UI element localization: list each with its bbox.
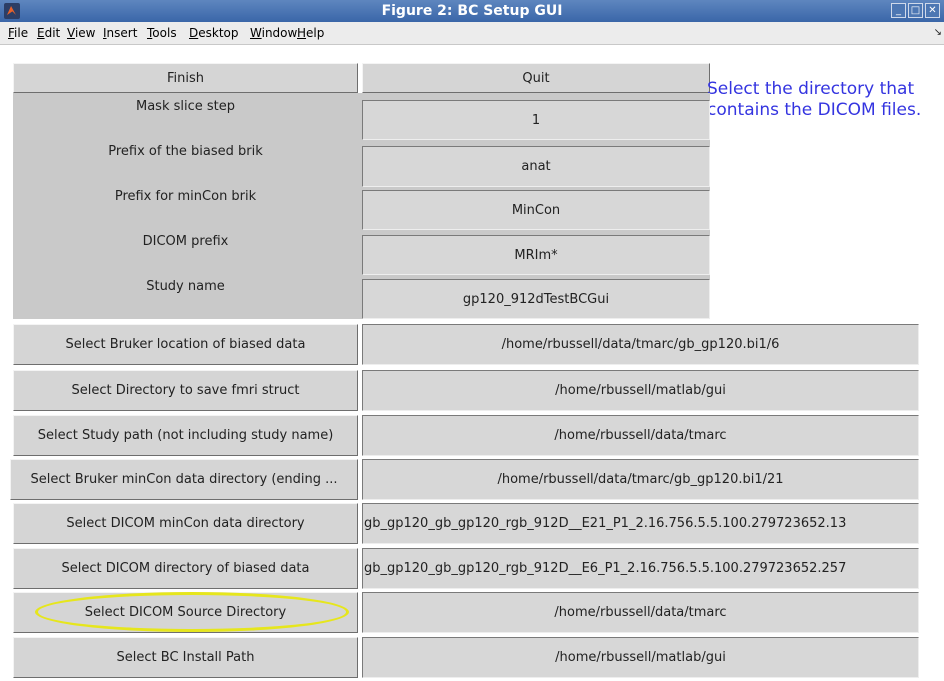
dicom-mincon-path-field[interactable]: gb_gp120_gb_gp120_rgb_912D__E21_P1_2.16.… (362, 503, 919, 544)
select-bruker-biased-button[interactable]: Select Bruker location of biased data (13, 324, 358, 365)
study-path-field[interactable]: /home/rbussell/data/tmarc (362, 415, 919, 456)
dicom-prefix-input[interactable]: MRIm* (362, 235, 710, 275)
title-bar[interactable]: Figure 2: BC Setup GUI _ □ ✕ (0, 0, 944, 23)
select-dicom-biased-button[interactable]: Select DICOM directory of biased data (13, 548, 358, 589)
maximize-icon[interactable]: □ (908, 3, 923, 18)
menu-insert[interactable]: Insert (103, 26, 137, 40)
menu-bar: File Edit View Insert Tools Desktop Wind… (0, 22, 944, 45)
fmri-struct-path-field[interactable]: /home/rbussell/matlab/gui (362, 370, 919, 411)
select-study-path-button[interactable]: Select Study path (not including study n… (13, 415, 358, 456)
menu-help[interactable]: Help (297, 26, 324, 40)
finish-button[interactable]: Finish (13, 63, 358, 93)
param-label: Prefix of the biased brik (108, 144, 263, 159)
study-name-input[interactable]: gp120_912dTestBCGui (362, 279, 710, 319)
select-bc-install-button[interactable]: Select BC Install Path (13, 637, 358, 678)
bruker-mincon-path-field[interactable]: /home/rbussell/data/tmarc/gb_gp120.bi1/2… (362, 459, 919, 500)
bc-install-path-field[interactable]: /home/rbussell/matlab/gui (362, 637, 919, 678)
menu-desktop[interactable]: Desktop (189, 26, 239, 40)
param-label: Mask slice step (135, 99, 235, 114)
menu-tools[interactable]: Tools (147, 26, 177, 40)
select-bruker-mincon-button[interactable]: Select Bruker minCon data directory (end… (10, 459, 358, 500)
dicom-biased-path-field[interactable]: gb_gp120_gb_gp120_rgb_912D__E6_P1_2.16.7… (362, 548, 919, 589)
menu-window[interactable]: Window (250, 26, 297, 40)
param-label: DICOM prefix (142, 234, 229, 249)
mask-slice-step-input[interactable]: 1 (362, 100, 710, 140)
help-text: Select the directory that contains the D… (707, 79, 922, 120)
highlight-ellipse (35, 592, 349, 632)
param-label: Prefix for minCon brik (114, 189, 257, 204)
quit-button[interactable]: Quit (362, 63, 710, 93)
select-save-fmri-button[interactable]: Select Directory to save fmri struct (13, 370, 358, 411)
mincon-brik-prefix-input[interactable]: MinCon (362, 190, 710, 230)
biased-brik-prefix-input[interactable]: anat (362, 146, 710, 187)
close-icon[interactable]: ✕ (925, 3, 940, 18)
menu-file[interactable]: File (8, 26, 28, 40)
toolbar-toggle-icon[interactable]: ↘ (934, 27, 942, 38)
figure-window: Figure 2: BC Setup GUI _ □ ✕ File Edit V… (0, 0, 944, 681)
minimize-icon[interactable]: _ (891, 3, 906, 18)
select-dicom-mincon-button[interactable]: Select DICOM minCon data directory (13, 503, 358, 544)
menu-edit[interactable]: Edit (37, 26, 60, 40)
dicom-source-path-field[interactable]: /home/rbussell/data/tmarc (362, 592, 919, 633)
menu-view[interactable]: View (67, 26, 95, 40)
bruker-biased-path-field[interactable]: /home/rbussell/data/tmarc/gb_gp120.bi1/6 (362, 324, 919, 365)
window-title: Figure 2: BC Setup GUI (381, 3, 563, 19)
param-label: Study name (146, 279, 225, 294)
